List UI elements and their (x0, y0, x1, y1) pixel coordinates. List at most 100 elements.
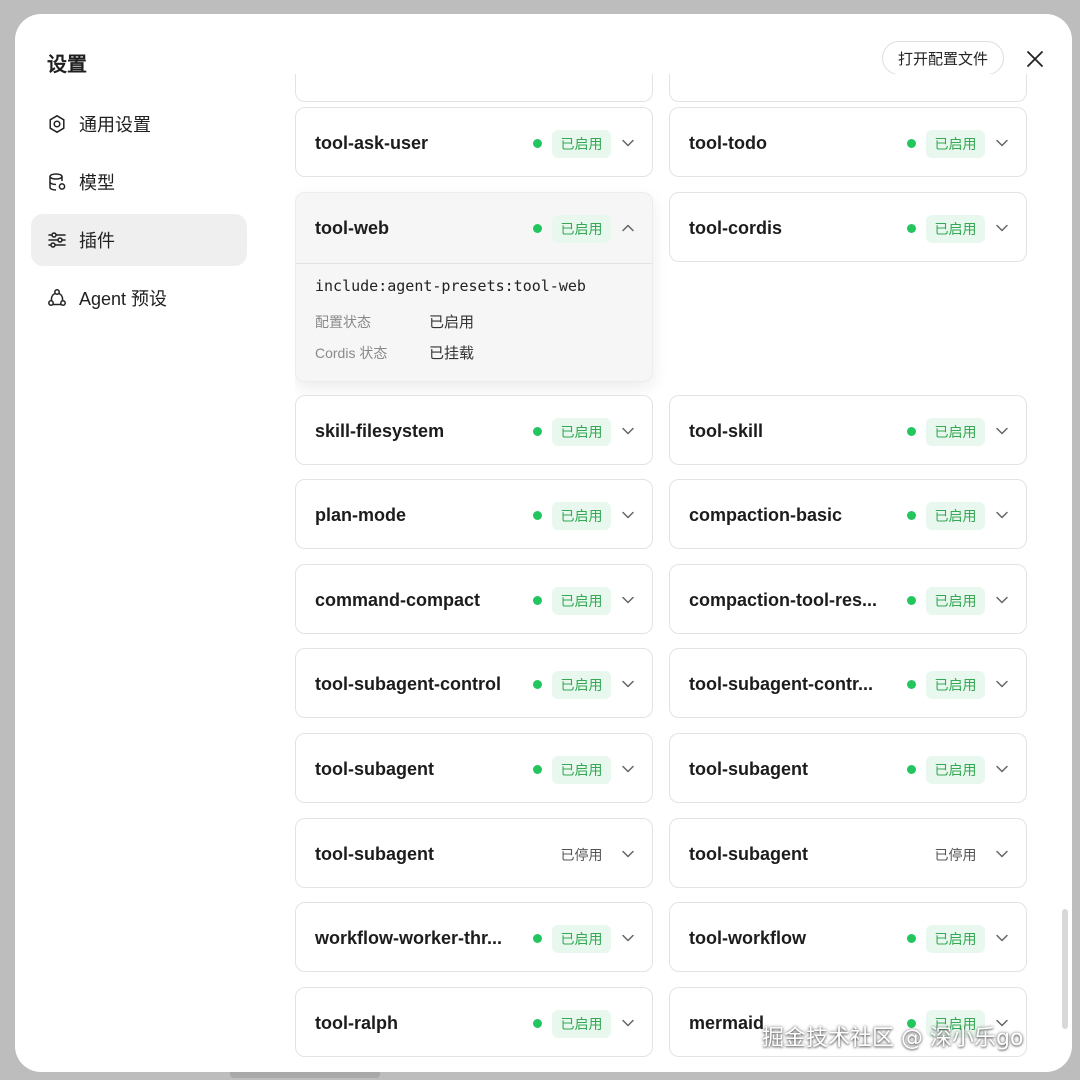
plugin-card-header[interactable]: tool-subagent-contr... 已启用 (670, 649, 1026, 719)
watermark: 掘金技术社区 @ 深小乐go (762, 1026, 1024, 1051)
plugin-card[interactable]: tool-subagent 已启用 (669, 733, 1027, 803)
chevron-down-icon[interactable] (995, 931, 1009, 945)
plugin-card-header[interactable]: tool-subagent 已停用 (670, 819, 1026, 889)
gear-icon (49, 115, 65, 133)
detail-value: 已启用 (429, 313, 475, 331)
agent-icon (48, 289, 66, 306)
open-config-file-button[interactable]: 打开配置文件 (882, 41, 1004, 75)
status-badge: 已启用 (552, 417, 611, 446)
plugin-card[interactable]: tool-skill 已启用 (669, 394, 1027, 466)
plugin-name: tool-todo (689, 133, 767, 153)
plugin-card-header[interactable]: tool-subagent 已启用 (670, 734, 1026, 804)
status-dot (533, 934, 542, 944)
nav-item-plugins[interactable]: 插件 (31, 214, 247, 266)
plugin-card-header[interactable]: plan-mode 已启用 (296, 480, 652, 550)
plugin-card-partial-left[interactable] (295, 74, 653, 102)
chevron-down-icon[interactable] (621, 136, 635, 150)
sidebar-nav: 通用设置 模型 插件 Agent 预设 (31, 98, 247, 330)
plugin-card[interactable]: tool-subagent-contr... 已启用 (669, 648, 1027, 719)
plugin-card-header[interactable]: tool-workflow 已启用 (670, 903, 1026, 973)
plugin-card[interactable]: tool-cordis 已启用 (669, 191, 1027, 263)
config-status-row: 配置状态 已启用 (315, 311, 474, 332)
status-badge: 已启用 (552, 671, 611, 700)
plugin-card-header[interactable]: tool-todo 已启用 (670, 108, 1026, 178)
chevron-down-icon[interactable] (995, 847, 1009, 861)
plugin-name: plan-mode (315, 505, 407, 526)
plugin-card[interactable]: command-compact 已启用 (295, 563, 653, 635)
chevron-down-icon[interactable] (621, 931, 635, 945)
plugin-card[interactable]: plan-mode 已启用 (295, 479, 653, 550)
plugin-name: workflow-worker-thr... (315, 928, 503, 949)
plugin-card[interactable]: tool-workflow 已启用 (669, 902, 1027, 973)
status-badge: 已启用 (552, 756, 611, 784)
plugin-card-header[interactable]: compaction-tool-res... 已启用 (670, 565, 1026, 635)
plugin-card-header[interactable]: tool-subagent 已启用 (296, 734, 652, 804)
plugin-card[interactable]: workflow-worker-thr... 已启用 (295, 902, 653, 973)
chevron-up-icon[interactable] (621, 221, 635, 235)
plugin-card-header[interactable]: tool-skill 已启用 (670, 396, 1026, 466)
chevron-down-icon[interactable] (621, 1016, 635, 1030)
plugin-card-header[interactable]: workflow-worker-thr... 已启用 (296, 903, 652, 973)
sliders-icon (48, 232, 66, 248)
chevron-down-icon[interactable] (621, 593, 635, 607)
chevron-down-icon[interactable] (995, 136, 1009, 150)
plugin-card[interactable]: skill-filesystem 已启用 (295, 394, 653, 466)
plugin-card[interactable]: tool-subagent-control 已启用 (295, 648, 653, 719)
chevron-down-icon[interactable] (995, 508, 1009, 522)
plugin-card-header[interactable]: tool-subagent-control 已启用 (296, 649, 652, 719)
plugin-card[interactable]: tool-web 已启用 include:agent-presets:tool-we… (295, 191, 653, 382)
plugin-name: tool-cordis (689, 217, 782, 238)
plugin-card[interactable]: tool-subagent 已停用 (669, 817, 1027, 889)
plugin-list: tool-ask-user 已启用 tool-todo 已启用 tool-web 已启用 i… (295, 74, 1055, 1072)
status-badge: 已启用 (552, 502, 611, 531)
plugin-card-header[interactable]: compaction-basic 已启用 (670, 480, 1026, 550)
chevron-down-icon[interactable] (621, 508, 635, 522)
plugin-card[interactable]: tool-subagent 已停用 (295, 817, 653, 889)
plugin-name: compaction-basic (689, 505, 843, 526)
close-icon[interactable] (1023, 47, 1047, 71)
plugin-card-header[interactable]: tool-ask-user 已启用 (296, 108, 652, 178)
chevron-down-icon[interactable] (995, 593, 1009, 607)
status-badge: 已启用 (926, 671, 985, 700)
plugin-card[interactable]: compaction-basic 已启用 (669, 479, 1027, 550)
chevron-down-icon[interactable] (621, 677, 635, 691)
plugin-card[interactable]: compaction-tool-res... 已启用 (669, 563, 1027, 635)
plugin-name: mermaid (689, 1012, 765, 1033)
plugin-card-header[interactable]: tool-cordis 已启用 (670, 193, 1026, 263)
chevron-down-icon[interactable] (621, 424, 635, 438)
cordis-status-row: Cordis 状态 已挂载 (315, 342, 474, 363)
chevron-down-icon[interactable] (995, 762, 1009, 776)
status-dot (533, 680, 542, 690)
plugin-card[interactable]: tool-todo 已启用 (669, 107, 1027, 177)
status-badge: 已启用 (552, 1009, 611, 1038)
status-dot (907, 934, 916, 944)
plugin-card[interactable]: tool-ask-user 已启用 (295, 107, 653, 177)
plugin-card[interactable]: tool-subagent 已启用 (295, 733, 653, 803)
plugin-card-header[interactable]: tool-ralph 已启用 (296, 988, 652, 1058)
plugin-name: tool-skill (689, 420, 764, 441)
plugin-card[interactable]: tool-ralph 已启用 (295, 986, 653, 1058)
plugin-card-header[interactable]: tool-web 已启用 (296, 193, 652, 264)
status-dot (533, 765, 542, 774)
status-badge: 已启用 (926, 130, 985, 158)
nav-item-general[interactable]: 通用设置 (31, 98, 247, 150)
plugin-name: tool-ralph (315, 1012, 398, 1033)
nav-item-label: 通用设置 (79, 115, 151, 135)
chevron-down-icon[interactable] (995, 677, 1009, 691)
nav-item-agent-presets[interactable]: Agent 预设 (31, 272, 247, 324)
plugin-card-header[interactable]: command-compact 已启用 (296, 565, 652, 635)
plugin-card-header[interactable]: skill-filesystem 已启用 (296, 396, 652, 466)
status-dot (907, 511, 916, 521)
chevron-down-icon[interactable] (995, 221, 1009, 235)
chevron-down-icon[interactable] (995, 424, 1009, 438)
plugin-card-partial-right[interactable] (669, 74, 1027, 102)
plugin-name: skill-filesystem (315, 420, 445, 441)
plugin-name: command-compact (315, 589, 481, 610)
plugin-name: tool-web (315, 217, 389, 238)
chevron-down-icon[interactable] (621, 847, 635, 861)
chevron-down-icon[interactable] (621, 762, 635, 776)
scrollbar[interactable] (1062, 909, 1068, 1029)
plugin-card-header[interactable]: tool-subagent 已停用 (296, 819, 652, 889)
nav-item-model[interactable]: 模型 (31, 156, 247, 208)
database-icon (49, 173, 66, 191)
